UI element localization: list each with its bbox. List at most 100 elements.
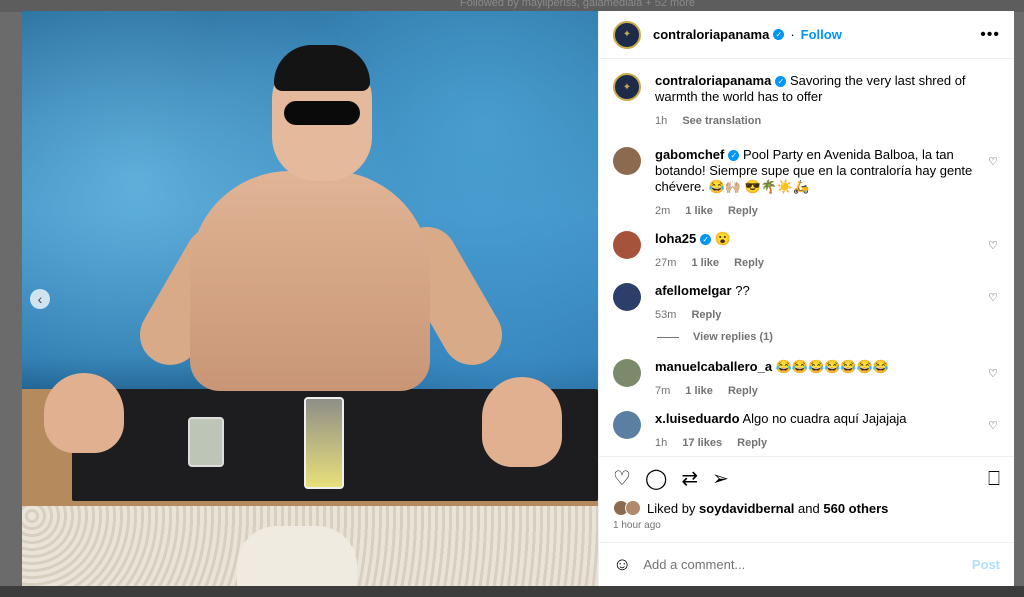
backdrop-footer <box>0 586 1024 597</box>
comment-text: Algo no cuadra aquí Jajajaja <box>742 411 907 426</box>
comment-likes[interactable]: 17 likes <box>682 437 722 449</box>
comment-username[interactable]: loha25 <box>655 231 696 246</box>
post-sidebar: ✦ contraloriapanama ✓ · Follow ••• ✦ con… <box>598 11 1014 586</box>
chevron-left-icon[interactable]: ‹ <box>30 289 50 309</box>
comment-heart-icon[interactable]: ♡ <box>988 419 998 432</box>
see-translation-link[interactable]: See translation <box>682 115 761 127</box>
share-icon[interactable]: ➢ <box>712 469 729 489</box>
sunglasses <box>284 101 360 125</box>
comment-likes[interactable]: 1 like <box>685 385 713 397</box>
comment-body: x.luiseduardo Algo no cuadra aquí Jajaja… <box>655 411 985 451</box>
comment-time: 7m <box>655 385 671 397</box>
author-avatar[interactable]: ✦ <box>613 20 641 49</box>
comment-username[interactable]: manuelcaballero_a <box>655 359 772 374</box>
commenter-avatar[interactable] <box>613 411 641 439</box>
comment-item: gabomchef ✓ Pool Party en Avenida Balboa,… <box>613 147 1000 219</box>
comment-text: ?? <box>735 283 750 298</box>
emoji-icon[interactable]: ☺ <box>613 554 631 575</box>
verified-badge-icon: ✓ <box>773 29 785 40</box>
author-username[interactable]: contraloriapanama <box>653 27 769 42</box>
post-header: ✦ contraloriapanama ✓ · Follow ••• <box>599 11 1014 59</box>
commenter-avatar[interactable] <box>613 283 641 311</box>
post-photo: ‹ <box>22 11 598 586</box>
view-replies-line <box>657 336 679 338</box>
drink-glass-short <box>188 417 224 467</box>
reply-button[interactable]: Reply <box>691 309 721 321</box>
liked-by-and: and <box>798 500 820 516</box>
comments-list[interactable]: ✦ contraloriapanama ✓ Savoring the very l… <box>599 59 1014 456</box>
follow-button[interactable]: Follow <box>801 27 842 42</box>
comment-username[interactable]: gabomchef <box>655 147 724 162</box>
comment-item: manuelcaballero_a 😂😂😂😂😂😂😂 7m 1 like Repl… <box>613 359 1000 399</box>
liked-by-others[interactable]: 560 others <box>823 501 888 516</box>
comment-body: afellomelgar ?? 53m Reply <box>655 283 985 323</box>
comment-meta: 27m 1 like Reply <box>655 255 985 271</box>
comment-body: loha25 ✓ 😮 27m 1 like Reply <box>655 231 985 271</box>
liked-by-user[interactable]: soydavidbernal <box>699 501 794 516</box>
liker-avatar <box>625 500 641 516</box>
post-time-ago: 1 hour ago <box>613 520 661 531</box>
action-bar: ♡ ◯ ⇄ ➢ ⎕ <box>599 456 1014 500</box>
followed-by-text: Followed by mayliperiss, galamediala + 5… <box>460 0 696 9</box>
comment-likes[interactable]: 1 like <box>691 257 719 269</box>
reply-button[interactable]: Reply <box>728 205 758 217</box>
comment-text: 😮 <box>714 231 731 246</box>
post-modal: ‹ ✦ contraloriapanama ✓ · Follow ••• ✦ c… <box>22 11 1014 586</box>
comment-heart-icon[interactable]: ♡ <box>988 239 998 252</box>
caption-username[interactable]: contraloriapanama <box>655 73 771 88</box>
comment-meta: 7m 1 like Reply <box>655 383 985 399</box>
bookmark-icon[interactable]: ⎕ <box>988 469 1000 489</box>
heart-icon[interactable]: ♡ <box>613 469 631 489</box>
comment-time: 27m <box>655 257 677 269</box>
comment-time: 53m <box>655 309 677 321</box>
comment-icon[interactable]: ◯ <box>645 469 667 489</box>
comment-time: 1h <box>655 437 668 449</box>
liker-avatars <box>613 500 643 516</box>
comment-heart-icon[interactable]: ♡ <box>988 155 998 168</box>
more-options-icon[interactable]: ••• <box>980 26 1000 44</box>
verified-badge-icon: ✓ <box>775 76 787 88</box>
caption-time: 1h <box>655 115 668 127</box>
caption-avatar[interactable]: ✦ <box>613 73 641 101</box>
comment-username[interactable]: afellomelgar <box>655 283 732 298</box>
comment-heart-icon[interactable]: ♡ <box>988 367 998 380</box>
reply-button[interactable]: Reply <box>728 385 758 397</box>
caption-meta: 1h See translation <box>655 113 985 129</box>
comment-body: manuelcaballero_a 😂😂😂😂😂😂😂 7m 1 like Repl… <box>655 359 985 399</box>
comment-container: gabomchef ✓ Pool Party en Avenida Balboa,… <box>613 147 1000 451</box>
add-comment-bar: ☺ Post <box>599 542 1014 586</box>
repost-icon[interactable]: ⇄ <box>681 469 698 489</box>
verified-badge-icon: ✓ <box>700 234 712 246</box>
comment-username[interactable]: x.luiseduardo <box>655 411 740 426</box>
comment-item: x.luiseduardo Algo no cuadra aquí Jajaja… <box>613 411 1000 451</box>
reply-button[interactable]: Reply <box>737 437 767 449</box>
commenter-avatar[interactable] <box>613 231 641 259</box>
caption: ✦ contraloriapanama ✓ Savoring the very l… <box>613 73 1000 129</box>
comment-time: 2m <box>655 205 671 217</box>
commenter-avatar[interactable] <box>613 359 641 387</box>
separator-dot: · <box>790 27 795 42</box>
post-button[interactable]: Post <box>972 557 1000 572</box>
comment-item: afellomelgar ?? 53m Reply ♡ <box>613 283 1000 323</box>
verified-badge-icon: ✓ <box>728 150 740 162</box>
comment-meta: 2m 1 like Reply <box>655 203 985 219</box>
comment-text: 😂😂😂😂😂😂😂 <box>775 359 889 374</box>
person-hair <box>274 45 370 91</box>
add-comment-input[interactable] <box>643 557 972 572</box>
view-replies-button[interactable]: View replies (1) <box>657 331 1000 343</box>
hand-left <box>44 373 124 453</box>
caption-body: contraloriapanama ✓ Savoring the very las… <box>655 73 985 129</box>
hand-right <box>482 377 562 467</box>
person-torso <box>190 171 430 391</box>
comment-heart-icon[interactable]: ♡ <box>988 291 998 304</box>
reply-button[interactable]: Reply <box>734 257 764 269</box>
commenter-avatar[interactable] <box>613 147 641 175</box>
comment-meta: 53m Reply <box>655 307 985 323</box>
view-replies-label[interactable]: View replies (1) <box>693 331 773 343</box>
liked-by-prefix: Liked by <box>647 500 696 516</box>
comment-item: loha25 ✓ 😮 27m 1 like Reply ♡ <box>613 231 1000 271</box>
comment-meta: 1h 17 likes Reply <box>655 435 985 451</box>
comment-likes[interactable]: 1 like <box>685 205 713 217</box>
comment-body: gabomchef ✓ Pool Party en Avenida Balboa,… <box>655 147 985 219</box>
likes-row: Liked by soydavidbernal and 560 others <box>599 500 1014 516</box>
